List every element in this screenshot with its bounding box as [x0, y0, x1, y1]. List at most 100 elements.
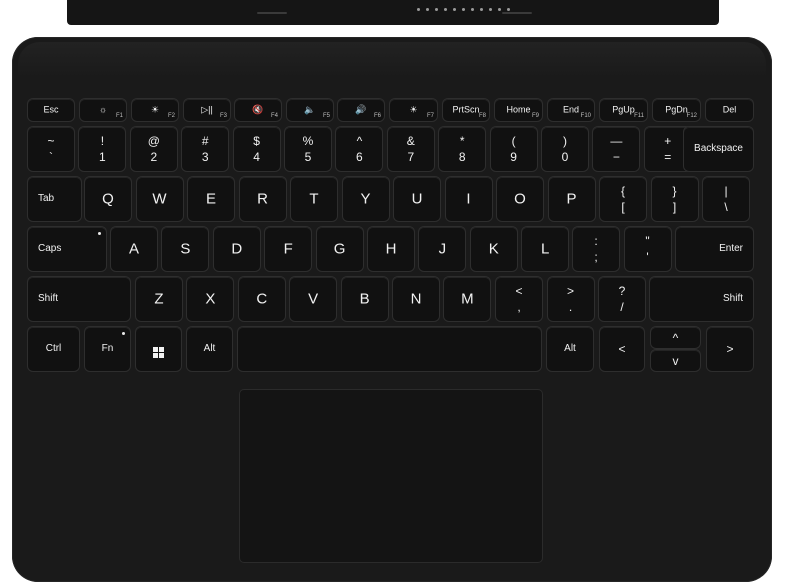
symbol-key-1[interactable]: }]	[651, 177, 698, 221]
number-key-3[interactable]: #3	[182, 127, 229, 171]
letter-key-u[interactable]: U	[394, 177, 440, 221]
letter-key-m[interactable]: M	[444, 277, 491, 321]
letter-key-r[interactable]: R	[239, 177, 286, 221]
symbol-key-shift-label: ?	[618, 284, 626, 298]
number-key-11[interactable]: — −	[593, 127, 640, 171]
letter-key-f[interactable]: F	[265, 227, 312, 271]
letter-key-label: G	[333, 240, 346, 258]
letter-key-b[interactable]: B	[341, 277, 388, 321]
letter-key-i[interactable]: I	[445, 177, 492, 221]
function-key-f4[interactable]: 🔇 F4	[235, 99, 281, 121]
letter-key-label: I	[466, 190, 471, 208]
letter-key-t[interactable]: T	[291, 177, 337, 221]
letter-key-label: M	[461, 290, 474, 308]
left-alt-label: Alt	[203, 343, 216, 354]
arrow-right-key[interactable]: >	[707, 327, 753, 371]
backspace-key[interactable]: Backspace	[684, 127, 753, 171]
letter-key-label: R	[257, 190, 268, 208]
connector-pins	[417, 8, 510, 11]
symbol-key-2[interactable]: | \	[703, 177, 749, 221]
function-key-f2[interactable]: ☀ F2	[132, 99, 178, 121]
caps-lock-key[interactable]: Caps	[28, 227, 106, 271]
number-key-10[interactable]: ) 0	[542, 127, 588, 171]
fn-key[interactable]: Fn	[85, 327, 130, 371]
windows-logo-icon	[136, 340, 181, 358]
letter-key-l[interactable]: L	[522, 227, 569, 271]
right-alt-key[interactable]: Alt	[547, 327, 593, 371]
function-key-esc[interactable]: Esc	[28, 99, 74, 121]
function-key-fn-label: F6	[373, 113, 381, 119]
letter-key-c[interactable]: C	[238, 277, 285, 321]
number-key-4[interactable]: $4	[233, 127, 280, 171]
letter-key-label: Y	[360, 190, 371, 208]
function-key-f12[interactable]: PgDn F12	[653, 99, 700, 121]
letter-key-g[interactable]: G	[316, 227, 363, 271]
function-key-fn-label: F10	[580, 113, 591, 119]
symbol-key-bottom-1[interactable]: >.	[547, 277, 594, 321]
letter-key-n[interactable]: N	[393, 277, 439, 321]
letter-key-z[interactable]: Z	[136, 277, 182, 321]
letter-key-label: L	[541, 240, 550, 258]
arrow-up-key[interactable]: ^	[651, 327, 700, 348]
function-key-f3[interactable]: ▷|| F3	[184, 99, 230, 121]
letter-key-p[interactable]: P	[548, 177, 595, 221]
number-key-6[interactable]: ^ 6	[336, 127, 383, 171]
symbol-key-bottom-2[interactable]: ? /	[599, 277, 645, 321]
letter-key-h[interactable]: H	[368, 227, 414, 271]
function-key-f5[interactable]: 🔈 F5	[287, 99, 333, 121]
number-key-5[interactable]: % 5	[285, 127, 331, 171]
letter-key-q[interactable]: Q	[85, 177, 131, 221]
arrow-left-key[interactable]: <	[600, 327, 644, 371]
symbol-key-0[interactable]: {[	[600, 177, 646, 221]
touchpad[interactable]	[240, 390, 542, 562]
tab-key[interactable]: Tab	[28, 177, 81, 221]
number-key-label: 0	[561, 150, 569, 164]
arrow-down-key[interactable]: v	[651, 350, 700, 371]
letter-key-s[interactable]: S	[162, 227, 209, 271]
number-key-label: −	[612, 150, 620, 164]
letter-key-w[interactable]: W	[136, 177, 183, 221]
number-key-9[interactable]: (9	[490, 127, 537, 171]
left-alt-key[interactable]: Alt	[187, 327, 232, 371]
letter-key-v[interactable]: V	[290, 277, 337, 321]
symbol-key-label: '	[646, 250, 649, 264]
enter-key[interactable]: Enter	[676, 227, 753, 271]
number-key-0[interactable]: ~ `	[28, 127, 74, 171]
letter-key-label: W	[152, 190, 167, 208]
arrow-up-icon: ^	[672, 330, 679, 345]
function-key-f7[interactable]: ☀ F7	[390, 99, 437, 121]
letter-key-e[interactable]: E	[188, 177, 234, 221]
number-key-8[interactable]: * 8	[439, 127, 486, 171]
symbol-key-home-1[interactable]: " '	[624, 227, 671, 271]
letter-key-y[interactable]: Y	[342, 177, 389, 221]
letter-key-label: Z	[154, 290, 164, 308]
function-key-f11[interactable]: PgUp F11	[600, 99, 647, 121]
letter-key-x[interactable]: X	[187, 277, 234, 321]
number-key-1[interactable]: ! 1	[79, 127, 126, 171]
function-key-f10[interactable]: End F10	[548, 99, 594, 121]
function-key-del[interactable]: Del	[706, 99, 753, 121]
function-key-f9[interactable]: Home F9	[495, 99, 542, 121]
letter-key-label: Q	[102, 190, 114, 208]
letter-key-j[interactable]: J	[419, 227, 466, 271]
left-shift-key[interactable]: Shift	[28, 277, 130, 321]
function-key-f8[interactable]: PrtScn F8	[443, 99, 489, 121]
ctrl-key[interactable]: Ctrl	[28, 327, 79, 371]
letter-key-a[interactable]: A	[111, 227, 157, 271]
number-key-2[interactable]: @2	[130, 127, 177, 171]
letter-key-k[interactable]: K	[470, 227, 517, 271]
right-shift-key[interactable]: Shift	[650, 277, 753, 321]
letter-key-label: K	[488, 240, 499, 258]
symbol-key-home-0[interactable]: :;	[573, 227, 619, 271]
function-key-f1[interactable]: ☼ F1	[80, 99, 126, 121]
letter-key-o[interactable]: O	[497, 177, 543, 221]
windows-key[interactable]	[136, 327, 181, 371]
number-key-label: `	[49, 150, 53, 164]
keyboard-hinge	[67, 0, 719, 25]
function-key-f6[interactable]: 🔊 F6	[338, 99, 384, 121]
symbol-key-bottom-0[interactable]: <,	[496, 277, 542, 321]
right-alt-label: Alt	[564, 343, 576, 354]
spacebar-key[interactable]	[238, 327, 541, 371]
number-key-7[interactable]: & 7	[387, 127, 434, 171]
letter-key-d[interactable]: D	[213, 227, 260, 271]
